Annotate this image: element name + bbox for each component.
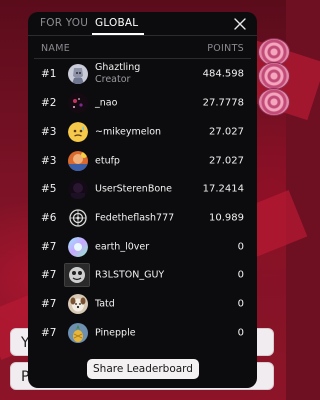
avatar-dog-photo xyxy=(68,294,88,315)
avatar-dark-sparkle xyxy=(68,93,88,114)
close-icon[interactable] xyxy=(231,15,249,33)
leaderboard-row[interactable]: #6 Fedetheflash777 10.989 xyxy=(28,204,257,233)
leaderboard-list: #1 Ghaztling Creator 484.598 #2 _nao 27.… xyxy=(28,59,257,347)
swirl-candy-icon xyxy=(258,88,290,116)
tab-global[interactable]: GLOBAL xyxy=(95,17,138,29)
rank-label: #7 xyxy=(41,240,57,253)
username: R3LSTON_GUY xyxy=(95,269,165,281)
leaderboard-row[interactable]: #7 earth_l0ver 0 xyxy=(28,232,257,261)
points-value: 27.027 xyxy=(209,126,244,138)
swirl-candy-icon xyxy=(258,62,290,90)
leaderboard-row[interactable]: #7 Tatd 0 xyxy=(28,290,257,319)
points-value: 10.989 xyxy=(209,212,244,224)
leaderboard-row[interactable]: #7 Pinepple 0 xyxy=(28,319,257,348)
column-header-name: NAME xyxy=(41,43,71,54)
share-leaderboard-button[interactable]: Share Leaderboard xyxy=(87,359,199,379)
leaderboard-modal: FOR YOU GLOBAL NAME POINTS #1 Ghaztling … xyxy=(28,12,257,388)
user-role-label: Creator xyxy=(95,74,131,85)
avatar-sweat-emoji xyxy=(68,122,88,143)
leaderboard-row[interactable]: #3 ~mikeymelon 27.027 xyxy=(28,118,257,147)
avatar-bw-pattern xyxy=(68,208,88,229)
rank-label: #3 xyxy=(41,126,57,139)
points-value: 0 xyxy=(237,298,244,310)
leaderboard-row[interactable]: #3 etufp 27.027 xyxy=(28,146,257,175)
username: Ghaztling xyxy=(95,62,141,73)
username: etufp xyxy=(95,155,120,167)
leaderboard-row[interactable]: #2 _nao 27.7778 xyxy=(28,89,257,118)
tab-divider xyxy=(28,35,257,36)
tab-for-you[interactable]: FOR YOU xyxy=(40,17,88,29)
points-value: 484.598 xyxy=(202,68,244,80)
username: Fedetheflash777 xyxy=(95,212,175,224)
points-value: 0 xyxy=(237,269,244,281)
username: UserSterenBone xyxy=(95,183,173,195)
rank-label: #1 xyxy=(41,68,57,80)
rank-label: #3 xyxy=(41,154,57,167)
rank-label: #6 xyxy=(41,212,57,225)
username: earth_l0ver xyxy=(95,241,150,253)
avatar-holographic xyxy=(68,236,88,257)
username: ~mikeymelon xyxy=(95,126,162,138)
rank-label: #7 xyxy=(41,326,57,339)
points-value: 27.027 xyxy=(209,155,244,167)
points-value: 27.7778 xyxy=(202,97,244,109)
rank-label: #2 xyxy=(41,97,57,110)
username: _nao xyxy=(95,97,118,109)
avatar-dark-photo xyxy=(68,179,88,200)
column-header-points: POINTS xyxy=(207,43,244,54)
username: Tatd xyxy=(95,298,115,310)
leaderboard-row[interactable]: #1 Ghaztling Creator 484.598 xyxy=(28,59,257,89)
points-value: 17.2414 xyxy=(202,183,244,195)
rank-label: #7 xyxy=(41,269,57,282)
rank-label: #5 xyxy=(41,183,57,196)
leaderboard-row[interactable]: #7 R3LSTON_GUY 0 xyxy=(28,261,257,290)
rank-label: #7 xyxy=(41,298,57,311)
avatar-pineapple xyxy=(68,322,88,343)
avatar-photo-colorful xyxy=(68,150,88,171)
avatar-square-mask xyxy=(64,263,90,288)
username: Pinepple xyxy=(95,327,136,339)
leaderboard-tabs: FOR YOU GLOBAL xyxy=(28,12,257,36)
points-value: 0 xyxy=(237,327,244,339)
points-value: 0 xyxy=(237,241,244,253)
avatar-lowpoly-portrait xyxy=(68,64,88,84)
leaderboard-row[interactable]: #5 UserSterenBone 17.2414 xyxy=(28,175,257,204)
